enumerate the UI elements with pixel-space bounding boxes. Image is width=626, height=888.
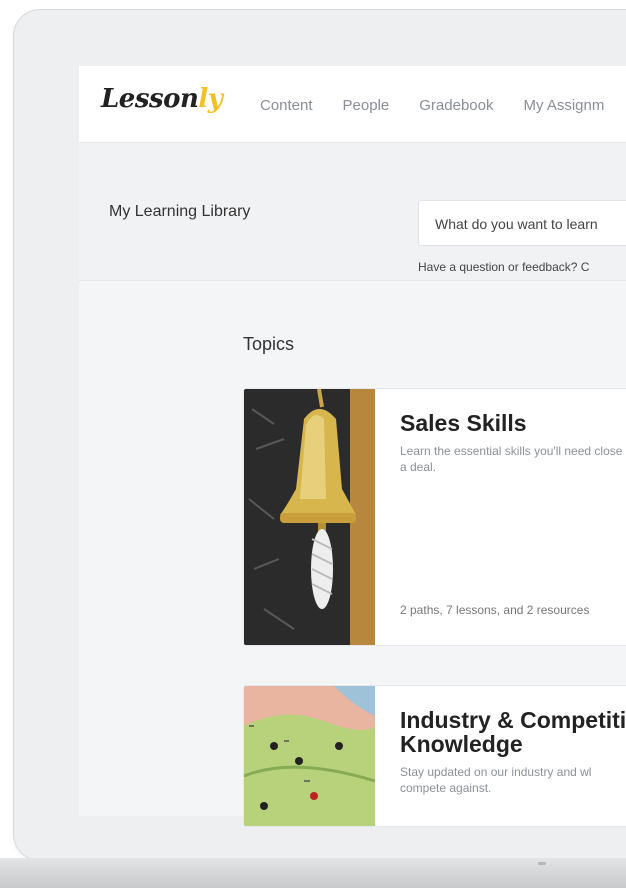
logo-main-text: Lesson [101, 84, 199, 114]
page-title: My Learning Library [109, 203, 251, 220]
card-body: Sales Skills Learn the essential skills … [400, 411, 626, 475]
nav-item-gradebook[interactable]: Gradebook [419, 97, 493, 114]
card-body: Industry & Competiti Knowledge Stay upda… [400, 708, 626, 796]
lessonly-logo[interactable]: Lessonly [101, 84, 223, 114]
map-image [244, 686, 375, 826]
topics-heading: Topics [243, 334, 295, 354]
nav-item-my-assignments[interactable]: My Assignm [523, 97, 604, 114]
card-meta: 2 paths, 7 lessons, and 2 resources [400, 603, 590, 617]
card-title[interactable]: Industry & Competiti Knowledge [400, 708, 626, 756]
main-nav: Content People Gradebook My Assignm [260, 97, 626, 114]
bell-image [244, 389, 375, 645]
nav-item-content[interactable]: Content [260, 97, 313, 114]
hinge [538, 862, 546, 865]
nav-item-people[interactable]: People [343, 97, 390, 114]
card-title[interactable]: Sales Skills [400, 411, 626, 435]
search-input[interactable]: What do you want to learn [418, 200, 626, 246]
topic-card-industry-knowledge[interactable]: Industry & Competiti Knowledge Stay upda… [243, 685, 626, 827]
top-navbar: Lessonly Content People Gradebook My Ass… [79, 66, 626, 143]
card-description: Stay updated on our industry and wl comp… [400, 765, 592, 795]
logo-accent-text: ly [198, 84, 223, 114]
feedback-link[interactable]: Have a question or feedback? C [418, 260, 589, 274]
topic-card-sales-skills[interactable]: Sales Skills Learn the essential skills … [243, 388, 626, 646]
laptop-base [0, 858, 626, 888]
card-description: Learn the essential skills you'll need c… [400, 444, 623, 474]
